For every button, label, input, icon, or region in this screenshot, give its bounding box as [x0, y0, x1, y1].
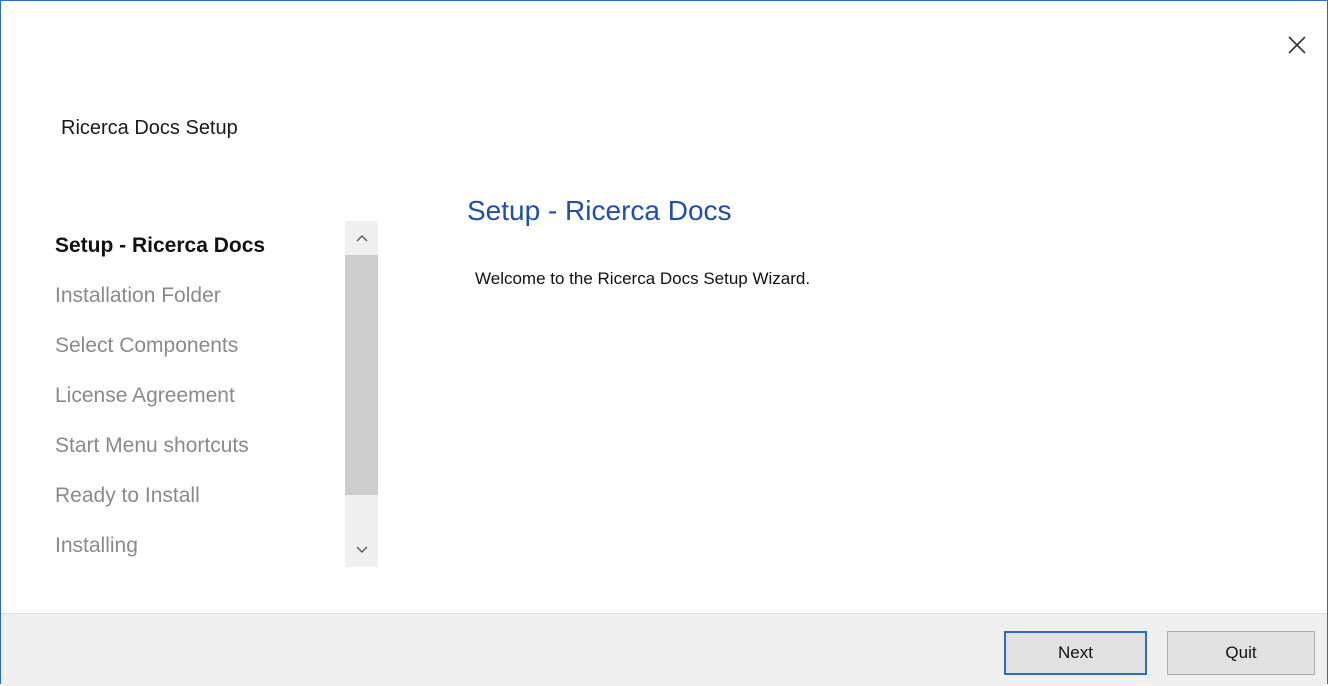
chevron-up-icon [356, 235, 367, 242]
step-setup: Setup - Ricerca Docs [55, 234, 266, 257]
next-button[interactable]: Next [1004, 631, 1147, 675]
app-title: Ricerca Docs Setup [61, 117, 238, 139]
close-button[interactable] [1281, 29, 1313, 61]
step-ready-to-install: Ready to Install [55, 484, 200, 507]
steps-scrollbar[interactable] [345, 221, 378, 567]
quit-button[interactable]: Quit [1167, 631, 1315, 675]
scroll-thumb[interactable] [345, 255, 378, 495]
scroll-up-button[interactable] [345, 223, 378, 253]
step-installation-folder: Installation Folder [55, 284, 221, 307]
step-select-components: Select Components [55, 334, 239, 357]
welcome-message: Welcome to the Ricerca Docs Setup Wizard… [475, 269, 811, 288]
step-license-agreement: License Agreement [55, 384, 235, 407]
button-bar: Next Quit [1, 613, 1327, 686]
chevron-down-icon [356, 546, 367, 553]
wizard-steps-list: Setup - Ricerca Docs Installation Folder… [55, 221, 345, 571]
step-start-menu-shortcuts: Start Menu shortcuts [55, 434, 249, 457]
close-icon [1288, 36, 1306, 54]
step-installing: Installing [55, 534, 138, 557]
scroll-down-button[interactable] [345, 535, 378, 565]
setup-wizard-window: Ricerca Docs Setup Setup - Ricerca Docs … [0, 0, 1328, 686]
page-title: Setup - Ricerca Docs [467, 195, 732, 226]
